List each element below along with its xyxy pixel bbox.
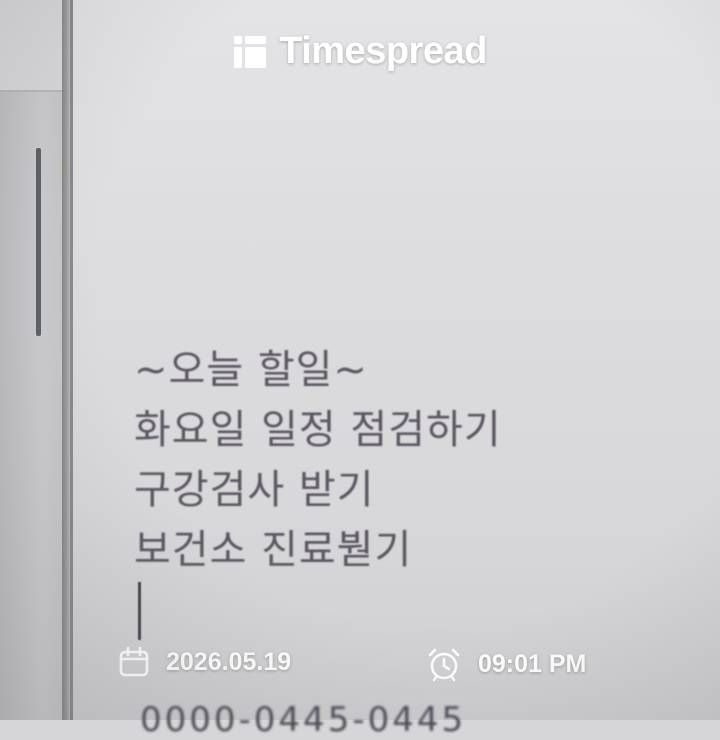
left-panel — [0, 0, 70, 720]
memo-line-title: ~오늘 할일~ — [134, 347, 368, 393]
text-cursor — [138, 582, 141, 640]
watermark: Timespread — [0, 30, 720, 73]
time-text: 09:01 PM — [478, 649, 587, 678]
partial-text-line: 0000-0445-0445 — [140, 700, 467, 740]
date-stamp: 2026.05.19 — [118, 646, 291, 678]
memo-line: 구강검사 받기 — [134, 467, 375, 513]
watermark-brand: Timespread — [279, 30, 487, 72]
timestamp-overlay: 2026.05.19 09:01 PM — [0, 640, 720, 690]
memo-text: ~오늘 할일~ 화요일 일정 점검하기 구강검사 받기 보건소 진료붣기 — [134, 340, 502, 580]
window-divider-edge — [70, 0, 73, 720]
time-stamp: 09:01 PM — [426, 646, 586, 682]
alarm-clock-icon — [428, 648, 460, 682]
date-text: 2026.05.19 — [166, 647, 292, 676]
timespread-logo-icon — [234, 35, 267, 68]
scrollbar-line — [36, 148, 41, 336]
memo-line: 보건소 진료붣기 — [134, 527, 413, 573]
calendar-icon — [119, 646, 149, 677]
memo-line: 화요일 일정 점검하기 — [134, 407, 502, 453]
